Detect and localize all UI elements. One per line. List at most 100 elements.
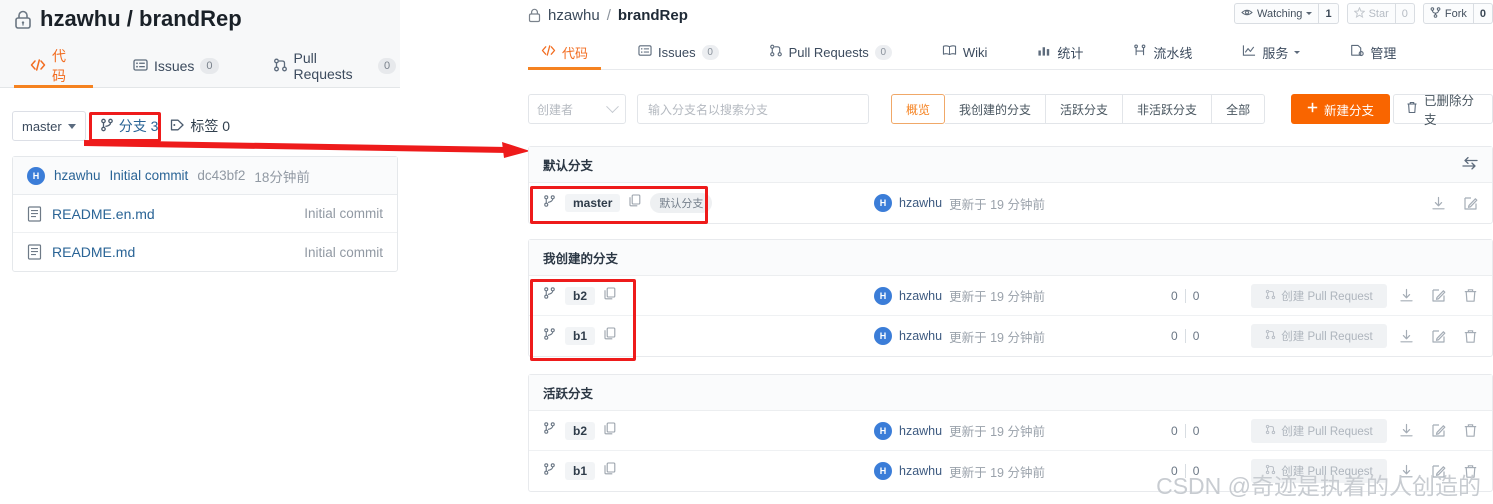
fork-count[interactable]: 0 <box>1473 3 1493 24</box>
author-name[interactable]: hzawhu <box>899 329 942 343</box>
avatar: H <box>874 327 892 345</box>
tab-issues[interactable]: Issues 0 <box>635 34 722 70</box>
fork-icon <box>1430 6 1441 21</box>
download-icon[interactable] <box>1399 288 1414 303</box>
author-name[interactable]: hzawhu <box>899 464 942 478</box>
repo-action-buttons: Watching 1 Star 0 Fork 0 <box>1233 3 1493 24</box>
branch-name[interactable]: b1 <box>565 327 596 345</box>
file-row[interactable]: README.md Initial commit <box>13 233 397 271</box>
tab-statistics[interactable]: 统计 <box>1034 34 1086 70</box>
filter-tab-inactive[interactable]: 非活跃分支 <box>1123 94 1213 124</box>
branch-name[interactable]: b2 <box>565 286 596 305</box>
copy-icon[interactable] <box>629 194 641 212</box>
commit-time: 18分钟前 <box>254 169 310 185</box>
filter-tab-all-label: 全部 <box>1226 102 1251 117</box>
issues-icon <box>638 44 652 60</box>
branch-row[interactable]: master 默认分支 H hzawhu 更新于 19 分钟前 <box>529 183 1492 223</box>
copy-icon[interactable] <box>604 286 616 305</box>
edit-icon[interactable] <box>1463 196 1478 211</box>
create-pr-label: 创建 Pull Request <box>1281 425 1373 438</box>
filter-tab-all[interactable]: 全部 <box>1212 94 1266 124</box>
watching-button-group[interactable]: Watching 1 <box>1233 3 1339 24</box>
left-title-text: hzawhu / brandRep <box>40 6 242 31</box>
new-branch-button[interactable]: 新建分支 <box>1291 94 1391 124</box>
left-tab-issues[interactable]: Issues 0 <box>129 44 223 88</box>
section-title: 默认分支 <box>543 159 594 173</box>
avatar: H <box>874 194 892 212</box>
create-pull-request-button[interactable]: 创建 Pull Request <box>1251 324 1387 348</box>
branch-row[interactable]: b2 H hzawhu 更新于 19 分钟前 0 0 创建 Pull Reque… <box>529 411 1492 451</box>
tab-wiki[interactable]: Wiki <box>939 34 991 70</box>
trash-icon[interactable] <box>1463 329 1478 344</box>
tab-pr-label: Pull Requests <box>788 44 869 60</box>
copy-icon[interactable] <box>604 421 616 440</box>
behind-count: 0 <box>1192 329 1200 343</box>
tab-pipeline[interactable]: 流水线 <box>1130 34 1195 70</box>
branch-row[interactable]: b2 H hzawhu 更新于 19 分钟前 0 0 创建 Pull Reque… <box>529 276 1492 316</box>
breadcrumb-repo[interactable]: brandRep <box>618 7 688 24</box>
filter-tab-overview[interactable]: 概览 <box>891 94 946 124</box>
download-icon[interactable] <box>1431 196 1446 211</box>
star-button-group[interactable]: Star 0 <box>1346 3 1415 24</box>
commit-hash[interactable]: dc43bf2 <box>197 168 245 183</box>
download-icon[interactable] <box>1399 329 1414 344</box>
ahead-count: 0 <box>1171 288 1178 303</box>
author-name[interactable]: hzawhu <box>899 424 942 438</box>
breadcrumb-owner[interactable]: hzawhu <box>548 7 600 24</box>
filter-tab-active-label: 活跃分支 <box>1060 102 1109 117</box>
lock-icon <box>528 8 541 23</box>
tab-manage[interactable]: 管理 <box>1347 34 1399 70</box>
left-tab-pull-requests[interactable]: Pull Requests 0 <box>269 44 400 88</box>
lock-icon <box>14 10 32 30</box>
trash-icon[interactable] <box>1463 288 1478 303</box>
updated-time: 更新于 19 分钟前 <box>949 330 1045 345</box>
updated-time: 更新于 19 分钟前 <box>949 290 1045 304</box>
branch-search-input[interactable]: 输入分支名以搜索分支 <box>637 94 869 124</box>
filter-tab-active[interactable]: 活跃分支 <box>1046 94 1124 124</box>
create-pull-request-button[interactable]: 创建 Pull Request <box>1251 283 1387 308</box>
file-name[interactable]: README.md <box>52 244 304 260</box>
commit-author[interactable]: hzawhu <box>54 168 101 183</box>
default-branch-tag: 默认分支 <box>650 193 713 213</box>
compare-arrows-icon[interactable] <box>1462 156 1478 173</box>
branch-select-value: master <box>22 118 62 134</box>
creator-select[interactable]: 创建者 <box>528 94 626 124</box>
watching-count[interactable]: 1 <box>1319 3 1339 24</box>
edit-icon[interactable] <box>1431 423 1446 438</box>
edit-icon[interactable] <box>1431 329 1446 344</box>
tab-pull-requests[interactable]: Pull Requests 0 <box>766 34 895 70</box>
create-pull-request-button[interactable]: 创建 Pull Request <box>1251 418 1387 443</box>
branch-name[interactable]: b2 <box>565 421 596 440</box>
download-icon[interactable] <box>1399 423 1414 438</box>
edit-icon[interactable] <box>1431 288 1446 303</box>
section-header: 默认分支 <box>529 147 1492 183</box>
fork-button-group[interactable]: Fork 0 <box>1422 3 1493 24</box>
eye-icon <box>1241 8 1253 20</box>
csdn-watermark: CSDN @奇迹是执着的人创造的 <box>1156 473 1481 499</box>
file-row[interactable]: README.en.md Initial commit <box>13 195 397 233</box>
left-tab-code[interactable]: 代码 <box>14 44 93 88</box>
branch-name[interactable]: b1 <box>565 462 596 480</box>
deleted-branch-button[interactable]: 已删除分支 <box>1393 94 1493 127</box>
branch-row[interactable]: b1 H hzawhu 更新于 19 分钟前 0 0 创建 Pull Reque… <box>529 316 1492 356</box>
tab-service[interactable]: 服务 <box>1239 34 1303 70</box>
fork-button[interactable]: Fork <box>1422 3 1474 24</box>
file-name[interactable]: README.en.md <box>52 206 304 222</box>
chevron-down-icon <box>1294 50 1301 54</box>
tab-code[interactable]: 代码 <box>527 34 602 70</box>
branch-select-dropdown[interactable]: master <box>12 111 86 141</box>
author-name[interactable]: hzawhu <box>899 196 942 210</box>
watching-button[interactable]: Watching <box>1233 3 1320 24</box>
code-icon <box>541 44 556 60</box>
left-page-title: hzawhu / brandRep <box>14 6 242 32</box>
trash-icon[interactable] <box>1463 423 1478 438</box>
author-name[interactable]: hzawhu <box>899 289 942 303</box>
commit-message[interactable]: Initial commit <box>110 168 189 183</box>
branch-name[interactable]: master <box>565 194 621 212</box>
star-count[interactable]: 0 <box>1395 3 1415 24</box>
section-my-branches: 我创建的分支 b2 H hzawhu 更新于 19 分钟前 0 0 创建 Pul… <box>528 239 1493 357</box>
filter-tab-my-branches[interactable]: 我创建的分支 <box>945 94 1047 124</box>
copy-icon[interactable] <box>604 462 616 480</box>
copy-icon[interactable] <box>604 327 616 345</box>
star-button[interactable]: Star <box>1346 3 1396 24</box>
